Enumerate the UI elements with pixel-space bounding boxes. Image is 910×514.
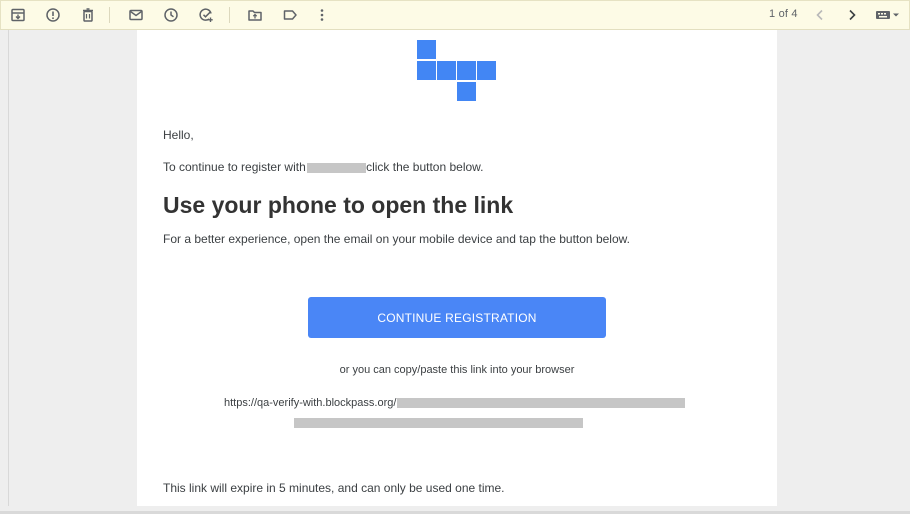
sender-logo <box>417 40 499 104</box>
keyboard-icon <box>876 11 899 19</box>
archive-icon <box>11 8 25 22</box>
more-button[interactable] <box>311 4 333 26</box>
task-add-icon <box>199 8 213 22</box>
chevron-left-icon <box>816 9 823 21</box>
trash-icon <box>83 8 93 22</box>
redacted-link-token-continued <box>294 418 583 428</box>
intro-text: To continue to register with click the b… <box>163 160 484 174</box>
folder-move-icon <box>248 10 262 21</box>
chevron-right-icon <box>849 9 856 21</box>
headline: Use your phone to open the link <box>163 192 514 218</box>
older-button[interactable] <box>841 4 863 26</box>
move-to-button[interactable] <box>244 4 266 26</box>
instruction-text: For a better experience, open the email … <box>163 232 630 246</box>
mail-icon <box>129 9 143 21</box>
email-toolbar: 1 of 4 <box>0 0 910 30</box>
pager-count: 1 of 4 <box>769 8 798 20</box>
redacted-link-token <box>397 398 686 409</box>
snooze-button[interactable] <box>160 4 182 26</box>
report-spam-button[interactable] <box>42 4 64 26</box>
add-to-tasks-button[interactable] <box>195 4 217 26</box>
redacted-service-name <box>307 162 367 173</box>
greeting-text: Hello, <box>163 128 194 142</box>
verification-link[interactable]: https://qa-verify-with.blockpass.org/ <box>224 397 686 409</box>
toolbar-divider <box>109 7 110 23</box>
delete-button[interactable] <box>77 4 99 26</box>
copy-link-note: or you can copy/paste this link into you… <box>339 364 575 376</box>
archive-button[interactable] <box>7 4 29 26</box>
mark-unread-button[interactable] <box>125 4 147 26</box>
label-icon <box>283 10 297 20</box>
email-body: Hello, To continue to register with clic… <box>137 30 777 506</box>
intro-suffix: click the button below. <box>366 160 484 174</box>
newer-button[interactable] <box>809 4 831 26</box>
labels-button[interactable] <box>279 4 301 26</box>
link-prefix: https://qa-verify-with.blockpass.org/ <box>224 397 397 409</box>
clock-icon <box>164 8 178 22</box>
intro-prefix: To continue to register with <box>163 160 306 174</box>
more-vert-icon <box>320 9 324 21</box>
expiry-note: This link will expire in 5 minutes, and … <box>163 481 505 495</box>
toolbar-divider <box>229 7 230 23</box>
input-tools-button[interactable] <box>873 4 903 26</box>
continue-registration-button[interactable]: CONTINUE REGISTRATION <box>308 297 606 338</box>
report-icon <box>46 8 60 22</box>
